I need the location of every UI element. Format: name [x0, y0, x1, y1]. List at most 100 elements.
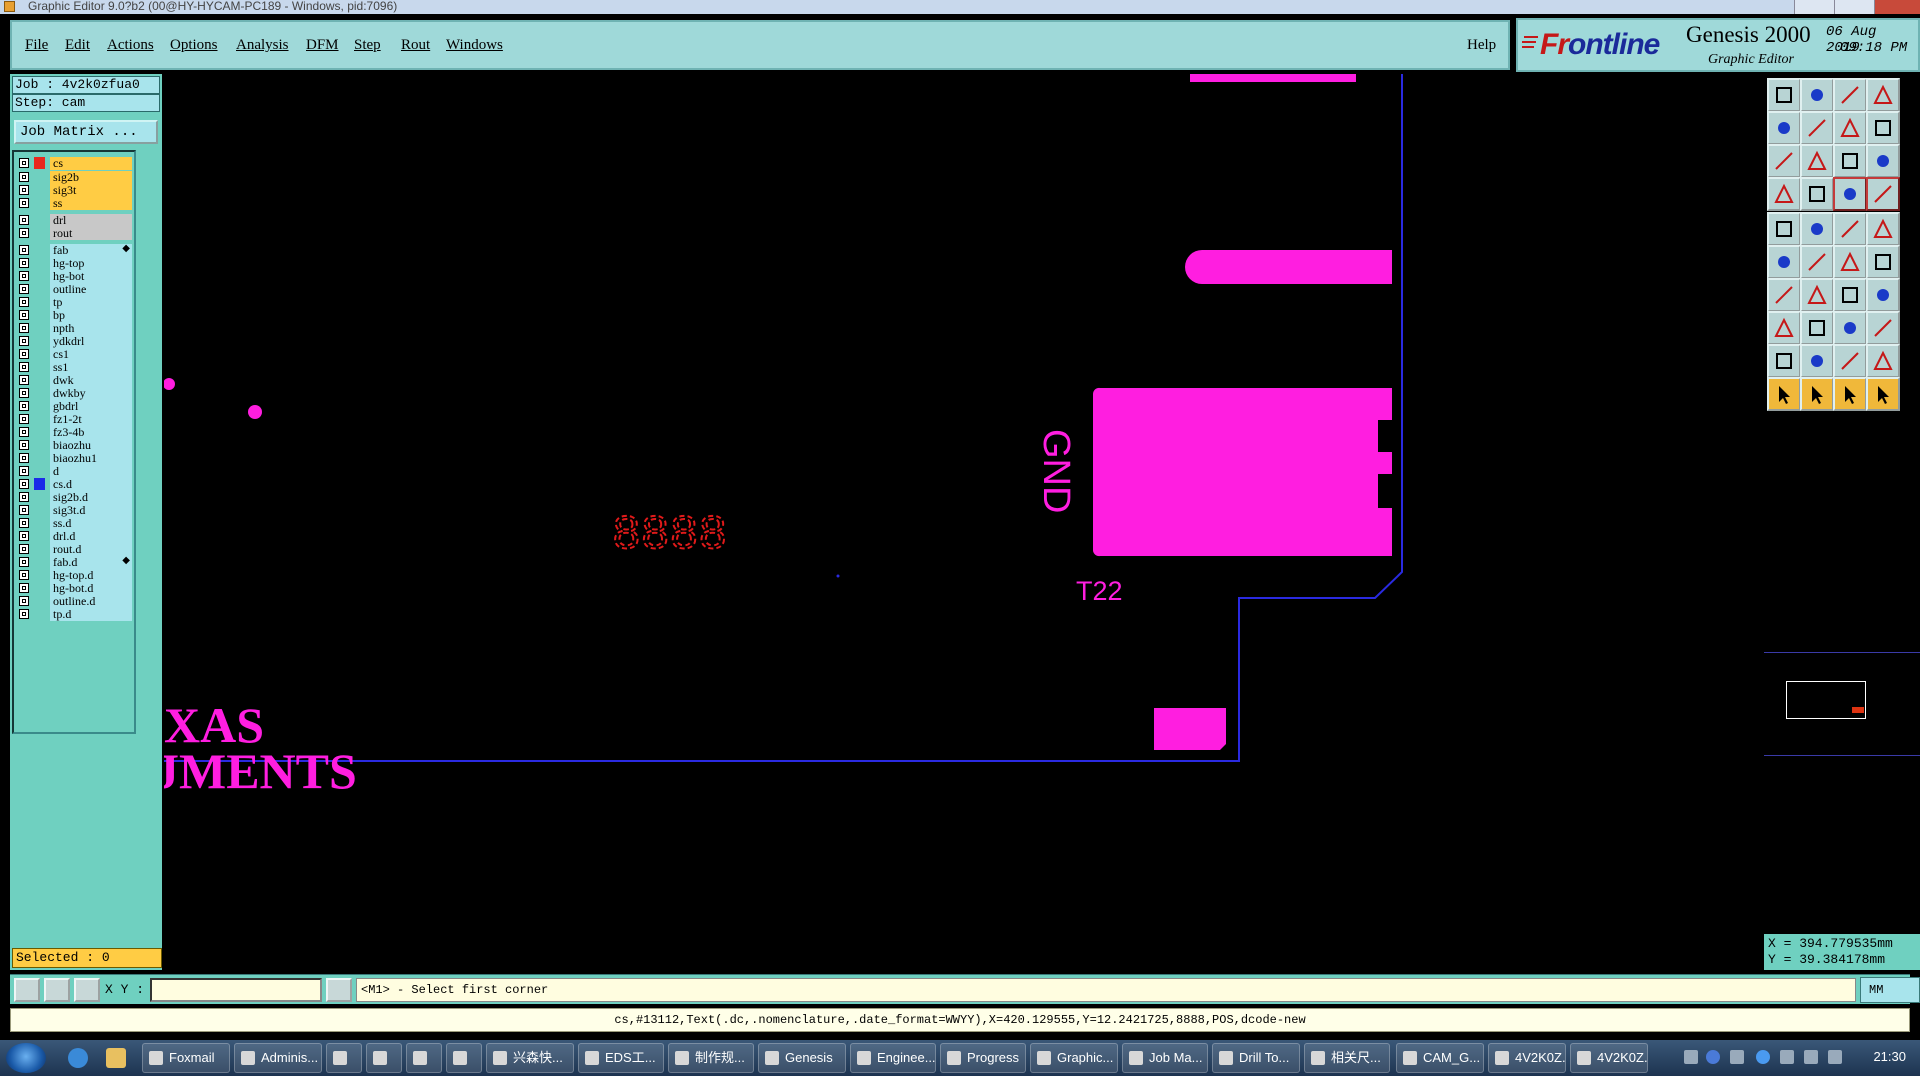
cut-icon[interactable]: [1767, 311, 1801, 345]
layer-checkbox[interactable]: [19, 158, 29, 168]
zoom-out-icon[interactable]: [1800, 144, 1834, 178]
layer-row[interactable]: sig3t.d: [14, 503, 134, 517]
layer-checkbox[interactable]: [19, 570, 29, 580]
layer-row[interactable]: cs.d: [14, 477, 134, 491]
layer-row[interactable]: ss: [14, 196, 134, 210]
resize-icon[interactable]: [1833, 311, 1867, 345]
taskbar-button[interactable]: CAM_G...: [1396, 1043, 1484, 1073]
menu-file[interactable]: File: [25, 37, 48, 54]
split-icon[interactable]: [1800, 311, 1834, 345]
layer-row[interactable]: hg-top: [14, 256, 134, 270]
layer-row[interactable]: tp.d: [14, 607, 134, 621]
feature-select-icon[interactable]: [1833, 177, 1867, 211]
layer-row[interactable]: fz1-2t: [14, 412, 134, 426]
taskbar-button[interactable]: [326, 1043, 362, 1073]
taskbar-button[interactable]: Graphic...: [1030, 1043, 1118, 1073]
menu-options[interactable]: Options: [170, 37, 218, 54]
layer-row[interactable]: biaozhu: [14, 438, 134, 452]
menu-dfm[interactable]: DFM: [306, 37, 339, 54]
layout-icon[interactable]: [1866, 111, 1900, 145]
taskbar-button[interactable]: 兴森快...: [486, 1043, 574, 1073]
layer-row[interactable]: gbdrl: [14, 399, 134, 413]
taskbar-button[interactable]: [446, 1043, 482, 1073]
layer-row[interactable]: ydkdrl: [14, 334, 134, 348]
menu-windows[interactable]: Windows: [446, 37, 503, 54]
layer-checkbox[interactable]: [19, 492, 29, 502]
copy-icon[interactable]: [1800, 212, 1834, 246]
window-icon[interactable]: [1866, 78, 1900, 112]
move-icon[interactable]: [1833, 245, 1867, 279]
minimize-button[interactable]: [1794, 0, 1834, 14]
layer-checkbox[interactable]: [19, 271, 29, 281]
taskbar-button[interactable]: 4V2K0Z...: [1488, 1043, 1566, 1073]
units-selector[interactable]: MM: [1860, 977, 1920, 1003]
angle-icon[interactable]: [1800, 278, 1834, 312]
layer-row[interactable]: ss1: [14, 360, 134, 374]
pad-icon[interactable]: [1866, 212, 1900, 246]
taskbar-button[interactable]: Enginee...: [850, 1043, 936, 1073]
layer-row[interactable]: sig2b.d: [14, 490, 134, 504]
line-icon[interactable]: [1767, 278, 1801, 312]
network-icon[interactable]: [1730, 1050, 1744, 1064]
overview-window[interactable]: [1764, 652, 1920, 756]
layer-row[interactable]: biaozhu1: [14, 451, 134, 465]
layer-row[interactable]: d: [14, 464, 134, 478]
layer-row[interactable]: rout: [14, 226, 134, 240]
print-icon[interactable]: [1767, 212, 1801, 246]
layer-row[interactable]: hg-bot: [14, 269, 134, 283]
snap-icon[interactable]: [1866, 177, 1900, 211]
pan-icon[interactable]: [1800, 177, 1834, 211]
query-icon[interactable]: [1866, 144, 1900, 178]
keyboard-icon[interactable]: [1684, 1050, 1698, 1064]
zoom-fit-icon[interactable]: [1833, 111, 1867, 145]
layer-row[interactable]: fz3-4b: [14, 425, 134, 439]
globe-icon[interactable]: [1756, 1050, 1770, 1064]
layer-checkbox[interactable]: [19, 401, 29, 411]
snap-grid-icon[interactable]: [74, 978, 100, 1002]
layer-row[interactable]: tp: [14, 295, 134, 309]
triangle-b-icon[interactable]: [1833, 344, 1867, 378]
triangle-a-icon[interactable]: [1800, 344, 1834, 378]
triangle-c-icon[interactable]: [1866, 344, 1900, 378]
layer-row[interactable]: fab ◆: [14, 243, 134, 257]
layer-checkbox[interactable]: [19, 198, 29, 208]
layer-row[interactable]: dwkby: [14, 386, 134, 400]
xy-input[interactable]: [150, 978, 322, 1002]
layer-checkbox[interactable]: [19, 388, 29, 398]
layer-checkbox[interactable]: [19, 466, 29, 476]
layer-checkbox[interactable]: [19, 505, 29, 515]
taskbar-button[interactable]: Adminis...: [234, 1043, 322, 1073]
add-feature-icon[interactable]: [1767, 245, 1801, 279]
home-icon[interactable]: [1833, 78, 1867, 112]
folder-icon[interactable]: [106, 1048, 126, 1068]
select-box-icon[interactable]: [1800, 377, 1834, 411]
layer-row[interactable]: hg-top.d: [14, 568, 134, 582]
layer-checkbox[interactable]: [19, 427, 29, 437]
wifi-icon[interactable]: [1828, 1050, 1842, 1064]
layer-row[interactable]: ss.d: [14, 516, 134, 530]
taskbar-button[interactable]: 相关尺...: [1304, 1043, 1390, 1073]
layer-row[interactable]: sig2b: [14, 170, 134, 184]
layer-row[interactable]: drl: [14, 213, 134, 227]
layer-checkbox[interactable]: [19, 596, 29, 606]
layer-checkbox[interactable]: [19, 310, 29, 320]
taskbar-button[interactable]: Progress: [940, 1043, 1026, 1073]
redo-icon[interactable]: [1800, 111, 1834, 145]
taskbar-button[interactable]: 4V2K0Z...: [1570, 1043, 1648, 1073]
ie-icon[interactable]: [68, 1048, 88, 1068]
select-arrow-icon[interactable]: [1767, 377, 1801, 411]
layer-checkbox[interactable]: [19, 531, 29, 541]
layer-checkbox[interactable]: [19, 284, 29, 294]
taskbar-button[interactable]: 制作规...: [668, 1043, 754, 1073]
taskbar-button[interactable]: Foxmail: [142, 1043, 230, 1073]
layer-checkbox[interactable]: [19, 414, 29, 424]
measure-icon[interactable]: [1767, 177, 1801, 211]
job-matrix-button[interactable]: Job Matrix ...: [14, 120, 158, 144]
layer-checkbox[interactable]: [19, 336, 29, 346]
layer-checkbox[interactable]: [19, 258, 29, 268]
taskbar-button[interactable]: EDS工...: [578, 1043, 664, 1073]
layer-row[interactable]: dwk: [14, 373, 134, 387]
layer-row[interactable]: fab.d ◆: [14, 555, 134, 569]
layer-checkbox[interactable]: [19, 479, 29, 489]
menu-actions[interactable]: Actions: [107, 37, 154, 54]
